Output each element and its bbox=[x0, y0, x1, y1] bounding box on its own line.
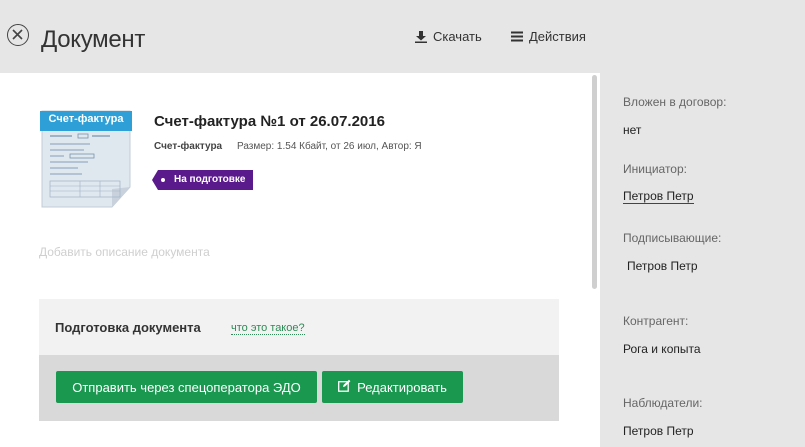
actions-label: Действия bbox=[529, 29, 586, 44]
send-edo-button[interactable]: Отправить через спецоператора ЭДО bbox=[56, 371, 317, 403]
document-type: Счет-фактура bbox=[154, 141, 223, 152]
menu-icon bbox=[511, 31, 523, 42]
observers-label: Наблюдатели: bbox=[623, 396, 703, 410]
contract-value: нет bbox=[623, 123, 642, 137]
thumbnail-label: Счет-фактура bbox=[48, 113, 124, 125]
download-label: Скачать bbox=[433, 29, 482, 44]
invoice-thumbnail-icon: Счет-фактура bbox=[40, 107, 132, 209]
header: Документ Скачать Действия bbox=[0, 0, 805, 73]
send-edo-label: Отправить через спецоператора ЭДО bbox=[72, 379, 301, 395]
initiator-label: Инициатор: bbox=[623, 162, 687, 176]
signers-label: Подписывающие: bbox=[623, 231, 722, 245]
description-input[interactable]: Добавить описание документа bbox=[39, 245, 210, 259]
preparation-header: Подготовка документа что это такое? bbox=[39, 299, 559, 355]
edit-label: Редактировать bbox=[357, 379, 447, 395]
signers-value: Петров Петр bbox=[627, 259, 698, 273]
counterparty-value: Рога и копыта bbox=[623, 342, 701, 356]
document-main: Счет-фактура Счет-фактура №1 от 26.07.20… bbox=[0, 73, 600, 447]
document-title: Счет-фактура №1 от 26.07.2016 bbox=[154, 113, 385, 130]
actions-button[interactable]: Действия bbox=[511, 29, 586, 44]
preparation-panel: Подготовка документа что это такое? Отпр… bbox=[39, 299, 559, 421]
download-button[interactable]: Скачать bbox=[415, 29, 482, 44]
contract-label: Вложен в договор: bbox=[623, 95, 727, 109]
edit-button[interactable]: Редактировать bbox=[322, 371, 463, 403]
edit-icon bbox=[338, 379, 351, 395]
observers-value: Петров Петр bbox=[623, 424, 694, 438]
help-link[interactable]: что это такое? bbox=[231, 322, 305, 335]
preparation-title: Подготовка документа bbox=[55, 320, 201, 335]
initiator-link[interactable]: Петров Петр bbox=[623, 189, 694, 204]
close-icon[interactable] bbox=[7, 24, 29, 46]
status-badge: На подготовке bbox=[151, 170, 254, 190]
download-icon bbox=[415, 30, 427, 43]
document-meta: Размер: 1.54 Кбайт, от 26 июл, Автор: Я bbox=[237, 141, 422, 152]
page-title: Документ bbox=[41, 26, 146, 53]
sidebar: Вложен в договор: нет Инициатор: Петров … bbox=[600, 73, 805, 447]
scrollbar[interactable] bbox=[592, 75, 597, 289]
preparation-actions: Отправить через спецоператора ЭДО Редакт… bbox=[39, 355, 559, 421]
counterparty-label: Контрагент: bbox=[623, 314, 689, 328]
